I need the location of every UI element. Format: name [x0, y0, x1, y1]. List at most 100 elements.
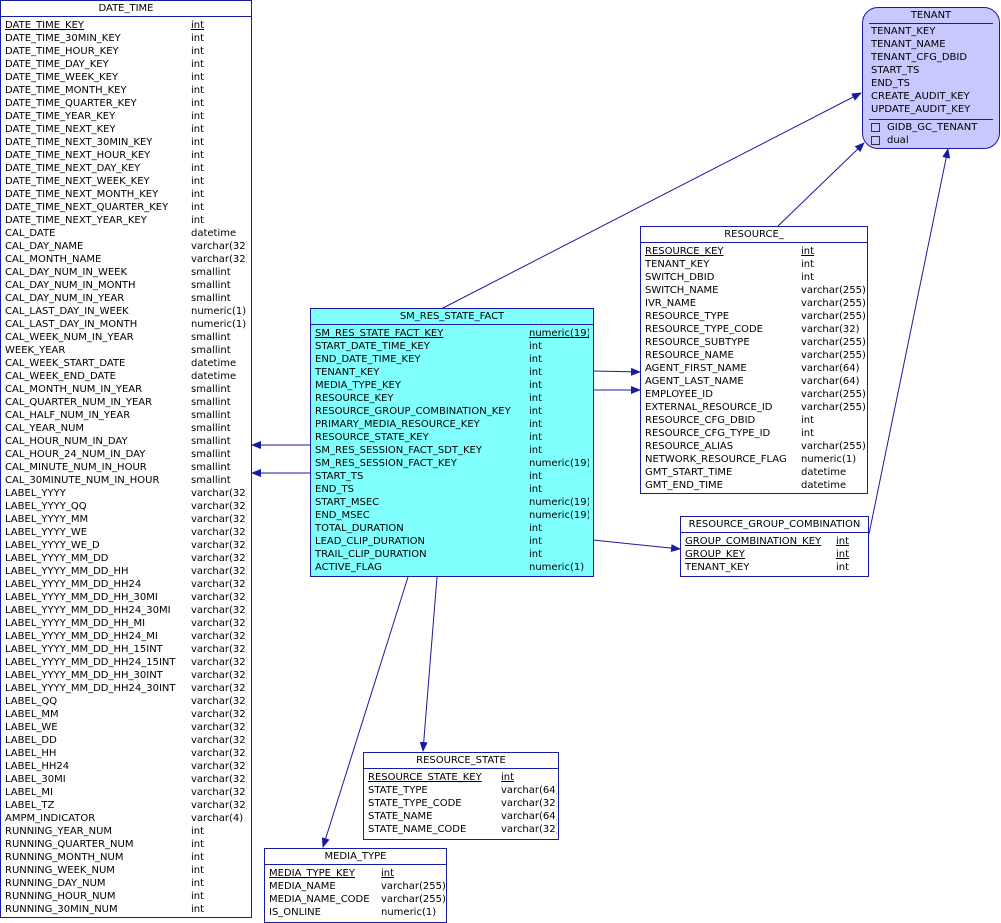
column-row: CAL_WEEK_END_DATE datetime [5, 370, 247, 383]
column-name: LABEL_MM [5, 709, 59, 720]
column-type: smallint [191, 449, 231, 460]
column-type: varchar(32) [801, 324, 860, 335]
column-type: varchar(32) [191, 592, 247, 603]
column-row: LABEL_YYYY_MM_DD_HH varchar(32) [5, 565, 247, 578]
column-type: varchar(32) [191, 748, 247, 759]
column-row: STATE_NAME varchar(64) [368, 810, 557, 823]
column-name: STATE_NAME_CODE [368, 824, 467, 835]
column-row: GMT_START_TIME datetime [645, 466, 863, 479]
column-type: int [191, 46, 205, 57]
column-name: DATE_TIME_NEXT_MONTH_KEY [5, 189, 159, 200]
column-name: CAL_DAY_NAME [5, 241, 84, 252]
resource-group-combination-table[interactable]: RESOURCE_GROUP_COMBINATION GROUP_COMBINA… [680, 516, 869, 577]
column-type: int [529, 380, 543, 391]
column-name: EMPLOYEE_ID [645, 389, 713, 400]
column-name: LABEL_MI [5, 787, 53, 798]
column-name: GMT_START_TIME [645, 467, 733, 478]
table-title: SM_RES_STATE_FACT [311, 309, 593, 325]
column-row: RUNNING_WEEK_NUM int [5, 864, 247, 877]
column-type: smallint [191, 397, 231, 408]
column-name: LABEL_HH24 [5, 761, 70, 772]
column-type: int [191, 878, 205, 889]
column-row: TOTAL_DURATION int [315, 522, 589, 535]
column-row: CAL_DAY_NAME varchar(32) [5, 240, 247, 253]
column-type: varchar(32) [191, 605, 247, 616]
column-type: varchar(32) [191, 527, 247, 538]
column-name: EXTERNAL_RESOURCE_ID [645, 402, 773, 413]
column-row: RESOURCE_KEY int [315, 392, 589, 405]
column-row: RESOURCE_STATE_KEY int [315, 431, 589, 444]
index-row: GIDB_GC_TENANT [863, 121, 999, 134]
column-row: MEDIA_NAME varchar(255) [269, 880, 445, 893]
column-row: SM_RES_SESSION_FACT_KEY numeric(19) [315, 457, 589, 470]
column-row: LABEL_YYYY_MM_DD_HH_30MI varchar(32) [5, 591, 247, 604]
column-name: LABEL_YYYY_WE_D [5, 540, 100, 551]
column-type: int [529, 354, 543, 365]
media-type-table[interactable]: MEDIA_TYPE MEDIA_TYPE_KEY int MEDIA_NAME va… [264, 848, 447, 923]
column-row: CAL_LAST_DAY_IN_MONTH numeric(1) [5, 318, 247, 331]
column-type: varchar(32) [191, 618, 247, 629]
column-name: STATE_TYPE_CODE [368, 798, 462, 809]
column-type: varchar(255) [801, 285, 865, 296]
column-name: CAL_WEEK_NUM_IN_YEAR [5, 332, 134, 343]
column-row: RUNNING_HOUR_NUM int [5, 890, 247, 903]
column-type: varchar(32) [191, 241, 247, 252]
resource-state-table[interactable]: RESOURCE_STATE RESOURCE_STATE_KEY int STAT… [363, 752, 559, 840]
resource-table[interactable]: RESOURCE_ RESOURCE_KEY int TENANT_KEY int SW… [640, 226, 868, 494]
column-row: END_TS [871, 77, 991, 90]
column-type: varchar(32) [191, 540, 247, 551]
column-row: IS_ONLINE numeric(1) [269, 906, 442, 919]
column-row: CREATE_AUDIT_KEY [871, 90, 991, 103]
column-name: LABEL_30MI [5, 774, 66, 785]
column-type: int [191, 85, 205, 96]
column-row: CAL_MINUTE_NUM_IN_HOUR smallint [5, 461, 247, 474]
column-name: GROUP_KEY [685, 549, 745, 560]
column-type: int [191, 163, 205, 174]
sm-res-state-fact-table[interactable]: SM_RES_STATE_FACT SM_RES_STATE_FACT_KEY n… [310, 308, 594, 577]
column-name: RESOURCE_KEY [315, 393, 394, 404]
column-type: datetime [191, 371, 237, 382]
column-row: START_MSEC numeric(19) [315, 496, 589, 509]
column-name: DATE_TIME_NEXT_KEY [5, 124, 116, 135]
column-type: varchar(32) [191, 488, 247, 499]
column-row: LABEL_YYYY_MM_DD_HH24_MI varchar(32) [5, 630, 247, 643]
column-type: int [191, 852, 205, 863]
column-type: varchar(255) [801, 337, 865, 348]
column-type: smallint [191, 384, 231, 395]
column-row: DATE_TIME_WEEK_KEY int [5, 71, 247, 84]
column-type: varchar(32) [191, 787, 247, 798]
column-row: CAL_YEAR_NUM smallint [5, 422, 247, 435]
column-row: END_MSEC numeric(19) [315, 509, 589, 522]
column-name: RUNNING_WEEK_NUM [5, 865, 115, 876]
column-name: RESOURCE_SUBTYPE [645, 337, 750, 348]
column-name: LABEL_YYYY_MM_DD_HH24 [5, 579, 142, 590]
column-name: CAL_DAY_NUM_IN_WEEK [5, 267, 128, 278]
column-name: TENANT_KEY [871, 26, 936, 37]
column-row: CAL_MONTH_NAME varchar(32) [5, 253, 247, 266]
column-name: LABEL_YYYY_MM_DD_HH_30INT [5, 670, 163, 681]
date-time-table[interactable]: DATE_TIME DATE_TIME_KEY int DATE_TIME_30MI… [0, 0, 252, 918]
column-row: LABEL_YYYY_MM_DD_HH_15INT varchar(32) [5, 643, 247, 656]
column-name: TRAIL_CLIP_DURATION [315, 549, 427, 560]
fk-line-resource-tenant [777, 142, 865, 227]
column-type: numeric(1) [801, 454, 857, 465]
column-name: CAL_30MINUTE_NUM_IN_HOUR [5, 475, 160, 486]
column-name: LABEL_YYYY [5, 488, 66, 499]
tenant-table[interactable]: TENANT TENANT_KEY TENANT_NAME TENANT_CFG_D… [862, 7, 1000, 149]
column-row: LABEL_HH varchar(32) [5, 747, 247, 760]
column-row: DATE_TIME_NEXT_30MIN_KEY int [5, 136, 247, 149]
fk-line-fact-resource-state [419, 576, 438, 752]
column-type: smallint [191, 423, 231, 434]
column-row: CAL_DAY_NUM_IN_YEAR smallint [5, 292, 247, 305]
table-title: RESOURCE_GROUP_COMBINATION [681, 517, 868, 533]
column-row: DATE_TIME_NEXT_HOUR_KEY int [5, 149, 247, 162]
column-type: varchar(255) [801, 311, 865, 322]
column-type: varchar(32) [191, 670, 247, 681]
column-row: SWITCH_DBID int [645, 271, 863, 284]
column-type: int [801, 428, 815, 439]
column-row: DATE_TIME_NEXT_MONTH_KEY int [5, 188, 247, 201]
column-row: RESOURCE_CFG_DBID int [645, 414, 863, 427]
column-type: int [801, 272, 815, 283]
column-name: DATE_TIME_NEXT_YEAR_KEY [5, 215, 147, 226]
column-row: START_TS [871, 64, 991, 77]
